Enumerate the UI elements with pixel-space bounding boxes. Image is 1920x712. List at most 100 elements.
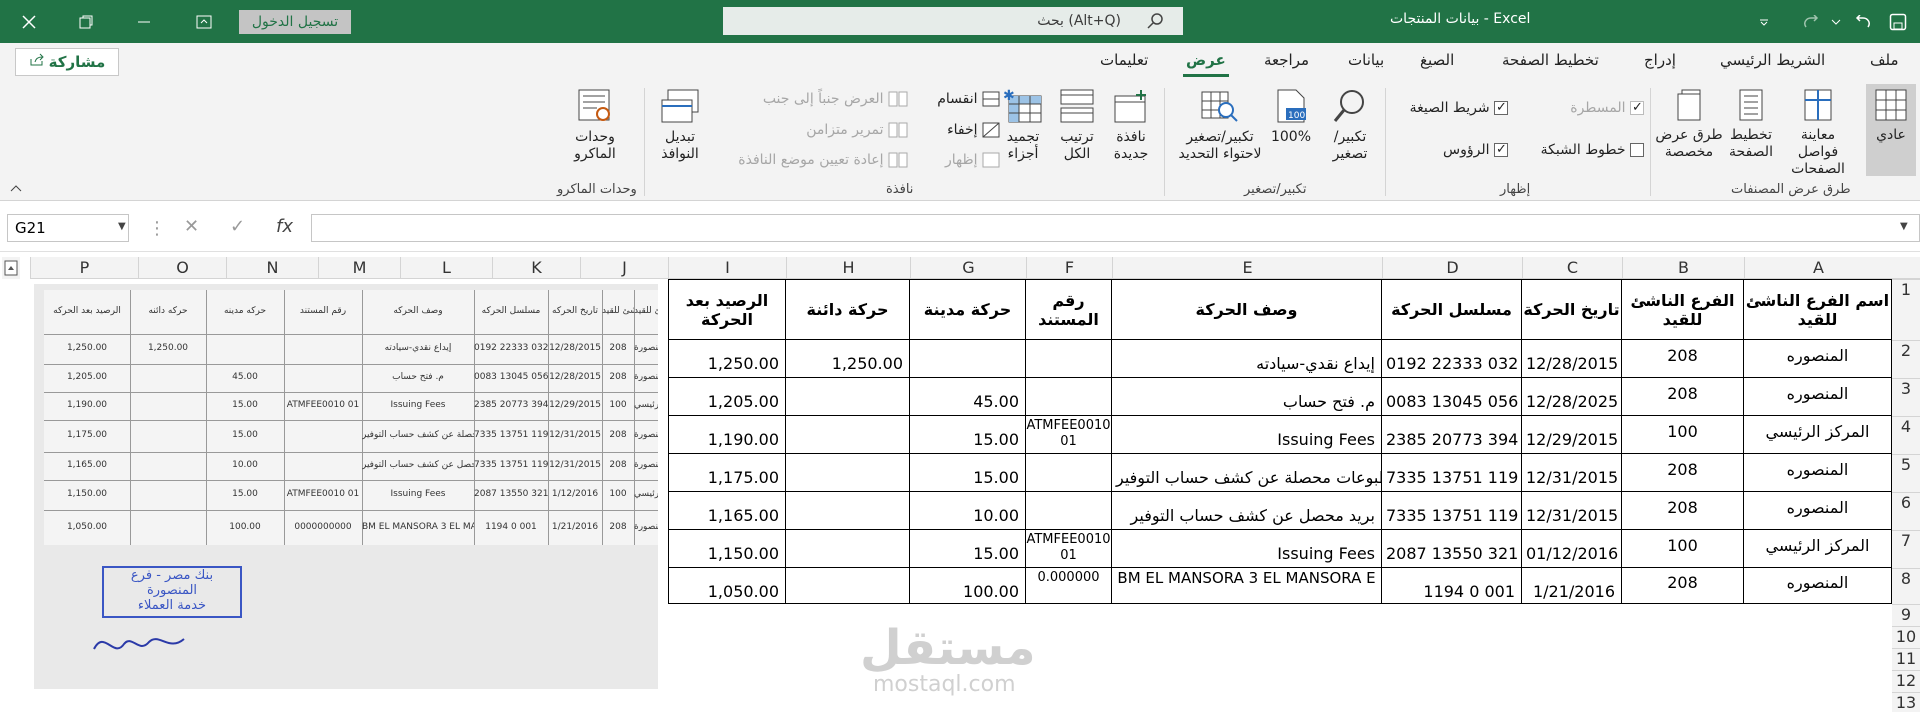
scanned-statement-image[interactable]: الرصيد بعد الحركه حركه دائنه حركه مدينه رقم… xyxy=(34,284,658,689)
column-header-m[interactable]: M xyxy=(318,257,400,279)
cell-branch-name[interactable]: المنصوره xyxy=(1744,492,1892,530)
cell-balance[interactable]: 1,150.00 xyxy=(668,530,786,568)
insert-function-icon[interactable]: fx xyxy=(276,216,293,237)
cell-description[interactable]: مطبوعات محصلة عن كشف حساب التوفير xyxy=(1112,454,1382,492)
formula-input[interactable] xyxy=(311,214,1920,242)
header-date[interactable]: تاريخ الحركة xyxy=(1522,279,1622,340)
cell-serial[interactable]: 7335 13751 119 xyxy=(1382,454,1522,492)
chevron-down-icon[interactable] xyxy=(1826,0,1846,43)
hide-button[interactable]: إخفاء xyxy=(920,122,1000,139)
split-button[interactable]: انقسام xyxy=(920,91,1000,108)
cell-branch-name[interactable]: المركز الرئيسي xyxy=(1744,416,1892,454)
synchronous-scrolling-button[interactable]: تمرير متزامن xyxy=(716,122,908,139)
cell-description[interactable]: Issuing Fees xyxy=(1112,416,1382,454)
login-button[interactable]: تسجيل الدخول xyxy=(239,10,351,34)
collapse-ribbon-icon[interactable] xyxy=(8,180,24,197)
chevron-down-icon[interactable]: ▼ xyxy=(118,221,126,232)
redo-icon[interactable] xyxy=(1796,0,1826,43)
cell-branch-code[interactable]: 100 xyxy=(1622,416,1744,454)
tab-formulas[interactable]: الصيغ xyxy=(1420,51,1454,69)
header-debit[interactable]: حركة مدينة xyxy=(910,279,1026,340)
view-side-by-side-button[interactable]: العرض جنباً إلى جنب xyxy=(716,91,908,108)
custom-views-button[interactable]: طرق عرض مخصصة xyxy=(1654,88,1724,161)
customize-qat-icon[interactable] xyxy=(1752,0,1776,43)
share-button[interactable]: مشاركة xyxy=(15,48,119,76)
tab-home[interactable]: الشريط الرئيسي xyxy=(1720,51,1825,69)
cell-branch-code[interactable]: 208 xyxy=(1622,454,1744,492)
cell-doc-number[interactable]: ATMFEE0010 01 xyxy=(1026,530,1112,568)
close-icon[interactable] xyxy=(0,0,58,43)
tab-data[interactable]: بيانات xyxy=(1348,51,1384,69)
column-header-l[interactable]: L xyxy=(400,257,492,279)
new-window-button[interactable]: نافذة جديدة xyxy=(1106,88,1156,163)
cell-balance[interactable]: 1,250.00 xyxy=(668,340,786,378)
cell-serial[interactable]: 2087 13550 321 xyxy=(1382,530,1522,568)
zoom-100-button[interactable]: 100 100% xyxy=(1266,88,1316,146)
cell-date[interactable]: 01/12/2016 xyxy=(1522,530,1622,568)
row-header-9[interactable]: 9 xyxy=(1892,604,1920,626)
cell-credit[interactable] xyxy=(786,416,910,454)
cell-credit[interactable] xyxy=(786,454,910,492)
cell-date[interactable]: 12/31/2015 xyxy=(1522,454,1622,492)
column-header-f[interactable]: F xyxy=(1026,257,1112,279)
cell-balance[interactable]: 1,165.00 xyxy=(668,492,786,530)
arrange-all-button[interactable]: ترتيب الكل xyxy=(1052,88,1102,163)
cell-doc-number[interactable] xyxy=(1026,340,1112,378)
tab-review[interactable]: مراجعة xyxy=(1264,51,1309,69)
header-description[interactable]: وصف الحركة xyxy=(1112,279,1382,340)
cell-credit[interactable] xyxy=(786,530,910,568)
cell-doc-number[interactable]: ATMFEE0010 01 xyxy=(1026,416,1112,454)
header-branch-code[interactable]: الفرع الناشئ للقيد xyxy=(1622,279,1744,340)
cell-description[interactable]: BM EL MANSORA 3 EL MANSORA E xyxy=(1112,568,1382,604)
column-header-g[interactable]: G xyxy=(910,257,1026,279)
cell-branch-name[interactable]: المنصوره xyxy=(1744,378,1892,416)
column-header-k[interactable]: K xyxy=(492,257,580,279)
column-header-b[interactable]: B xyxy=(1622,257,1744,279)
header-balance[interactable]: الرصيد بعد الحركة xyxy=(668,279,786,340)
header-credit[interactable]: حركة دائنة xyxy=(786,279,910,340)
cell-credit[interactable]: 1,250.00 xyxy=(786,340,910,378)
unhide-button[interactable]: إظهار xyxy=(920,152,1000,169)
cell-serial[interactable]: 2385 20773 394 xyxy=(1382,416,1522,454)
tab-help[interactable]: تعليمات xyxy=(1100,51,1148,69)
cell-debit[interactable]: 15.00 xyxy=(910,454,1026,492)
tab-insert[interactable]: إدراج xyxy=(1644,51,1676,69)
column-header-d[interactable]: D xyxy=(1382,257,1522,279)
column-header-h[interactable]: H xyxy=(786,257,910,279)
cell-branch-code[interactable]: 208 xyxy=(1622,340,1744,378)
column-header-o[interactable]: O xyxy=(138,257,226,279)
row-header-8[interactable]: 8 xyxy=(1892,568,1920,604)
cell-credit[interactable] xyxy=(786,378,910,416)
cell-branch-name[interactable]: المنصوره xyxy=(1744,340,1892,378)
cell-branch-code[interactable]: 208 xyxy=(1622,378,1744,416)
cell-description[interactable]: بريد محصل عن كشف حساب التوفير xyxy=(1112,492,1382,530)
cell-date[interactable]: 12/28/2015 xyxy=(1522,340,1622,378)
gridlines-checkbox[interactable]: خطوط الشبكة xyxy=(1520,142,1644,159)
cell-doc-number[interactable]: 0.000000 xyxy=(1026,568,1112,604)
header-serial[interactable]: مسلسل الحركة xyxy=(1382,279,1522,340)
column-header-c[interactable]: C xyxy=(1522,257,1622,279)
cell-doc-number[interactable] xyxy=(1026,454,1112,492)
cell-serial[interactable]: 0192 22333 032 xyxy=(1382,340,1522,378)
cell-debit[interactable]: 15.00 xyxy=(910,530,1026,568)
cell-branch-code[interactable]: 208 xyxy=(1622,568,1744,604)
page-break-preview-button[interactable]: معاينة فواصل الصفحات xyxy=(1780,88,1856,178)
cell-doc-number[interactable] xyxy=(1026,492,1112,530)
enter-icon[interactable]: ✓ xyxy=(230,216,245,237)
switch-windows-button[interactable]: تبديل النوافذ xyxy=(650,88,710,163)
tab-view[interactable]: عرض xyxy=(1186,51,1226,69)
cell-branch-code[interactable]: 100 xyxy=(1622,530,1744,568)
zoom-button[interactable]: تكبير/ تصغير xyxy=(1322,88,1378,163)
page-layout-view-button[interactable]: تخطيط الصفحة xyxy=(1724,88,1778,161)
column-header-a[interactable]: A xyxy=(1744,257,1892,279)
ribbon-display-icon[interactable] xyxy=(184,0,224,43)
cancel-icon[interactable]: ✕ xyxy=(184,216,199,237)
ruler-checkbox[interactable]: المسطرة xyxy=(1520,99,1644,117)
tab-file[interactable]: ملف xyxy=(1870,51,1899,69)
headings-checkbox[interactable]: الرؤوس xyxy=(1400,141,1508,159)
cell-balance[interactable]: 1,190.00 xyxy=(668,416,786,454)
search-box[interactable]: بحث (Alt+Q) xyxy=(723,7,1183,35)
expand-formula-bar-icon[interactable]: ▼ xyxy=(1900,221,1908,232)
cell-debit[interactable]: 45.00 xyxy=(910,378,1026,416)
cell-serial[interactable]: 1194 0 001 xyxy=(1382,568,1522,604)
